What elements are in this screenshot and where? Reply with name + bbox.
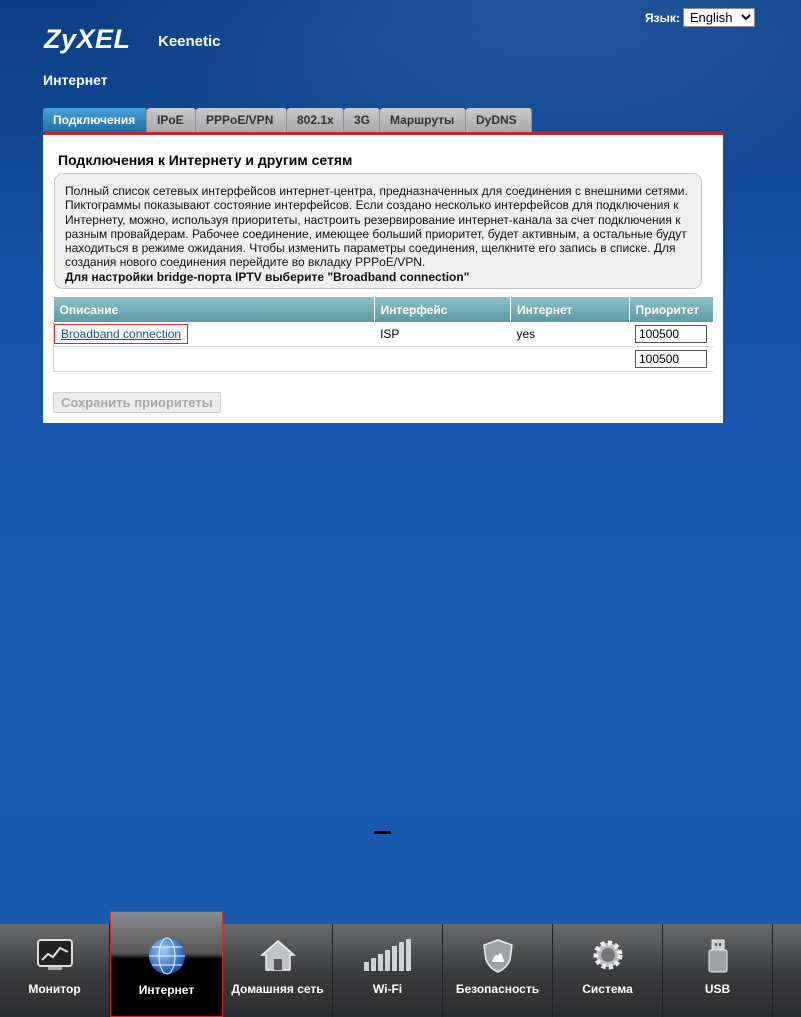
table-row xyxy=(53,346,713,372)
product-name: Keenetic xyxy=(158,33,221,50)
dock-label: Домашняя сеть xyxy=(231,982,324,996)
dock-label: Wi-Fi xyxy=(372,982,403,996)
dock-label: Монитор xyxy=(28,982,81,996)
priority-input[interactable] xyxy=(635,325,707,343)
header-description: Описание xyxy=(53,297,375,322)
row-internet: yes xyxy=(510,322,629,347)
wifi-bars-icon xyxy=(362,938,414,977)
table-row: Broadband connection ISP yes xyxy=(53,322,713,347)
monitor-icon xyxy=(36,938,74,977)
header-internet: Интернет xyxy=(510,297,630,322)
tab-connections[interactable]: Подключения xyxy=(43,108,147,132)
bottom-dock: Монитор Интернет Домашняя сеть Wi-Fi Без… xyxy=(0,911,801,1017)
usb-icon xyxy=(707,938,729,979)
row-internet xyxy=(510,346,629,372)
connections-table: Описание Интерфейс Интернет Приоритет Br… xyxy=(53,297,713,372)
table-header-row: Описание Интерфейс Интернет Приоритет xyxy=(53,297,713,322)
tab-pppoe-vpn[interactable]: PPPoE/VPN xyxy=(196,108,287,132)
tab-bar: Подключения IPoE PPPoE/VPN 802.1x 3G Мар… xyxy=(43,108,532,132)
dock-security[interactable]: Безопасность xyxy=(443,924,553,1017)
dock-label: Интернет xyxy=(138,983,195,997)
broadband-connection-link[interactable]: Broadband connection xyxy=(61,327,181,341)
globe-icon xyxy=(147,936,187,981)
tab-ipoe[interactable]: IPoE xyxy=(147,108,196,132)
cursor-mark xyxy=(374,831,391,834)
save-priorities-button[interactable]: Сохранить приоритеты xyxy=(53,392,221,413)
shield-icon xyxy=(482,938,514,979)
dock-label: USB xyxy=(704,982,731,996)
language-label: Язык: xyxy=(645,10,680,25)
language-select[interactable]: English xyxy=(682,8,755,27)
header-priority: Приоритет xyxy=(629,297,713,322)
dock-internet[interactable]: Интернет xyxy=(110,911,223,1017)
dock-label: Безопасность xyxy=(455,982,540,996)
info-box: Полный список сетевых интерфейсов интерн… xyxy=(54,173,702,289)
row-interface: ISP xyxy=(374,322,511,347)
highlight-box: Broadband connection xyxy=(54,324,189,344)
tab-routes[interactable]: Маршруты xyxy=(380,108,466,132)
tab-3g[interactable]: 3G xyxy=(344,108,380,132)
dock-label: Система xyxy=(582,982,633,996)
language-selector: Язык: English xyxy=(645,8,755,27)
dock-wifi[interactable]: Wi-Fi xyxy=(333,924,443,1017)
row-priority xyxy=(629,346,713,372)
dock-system[interactable]: Система xyxy=(553,924,663,1017)
dock-usb[interactable]: USB xyxy=(663,924,773,1017)
row-description xyxy=(53,346,375,372)
row-description: Broadband connection xyxy=(53,322,375,347)
row-interface xyxy=(374,346,511,372)
tab-8021x[interactable]: 802.1x xyxy=(287,108,344,132)
priority-input[interactable] xyxy=(635,350,707,368)
info-bold-hint: Для настройки bridge-порта IPTV выберите… xyxy=(65,269,470,284)
home-icon xyxy=(259,938,296,977)
row-priority xyxy=(629,322,713,347)
zyxel-logo: ZyXEL xyxy=(44,24,131,54)
gear-icon xyxy=(591,938,625,977)
connections-panel: Подключения к Интернету и другим сетям П… xyxy=(43,135,723,423)
dock-monitor[interactable]: Монитор xyxy=(0,924,110,1017)
dock-home-network[interactable]: Домашняя сеть xyxy=(223,924,333,1017)
info-text: Полный список сетевых интерфейсов интерн… xyxy=(65,184,688,270)
panel-title: Подключения к Интернету и другим сетям xyxy=(58,152,353,168)
page-title: Интернет xyxy=(43,72,108,88)
tab-dydns[interactable]: DyDNS xyxy=(466,108,532,132)
header-interface: Интерфейс xyxy=(374,297,511,322)
